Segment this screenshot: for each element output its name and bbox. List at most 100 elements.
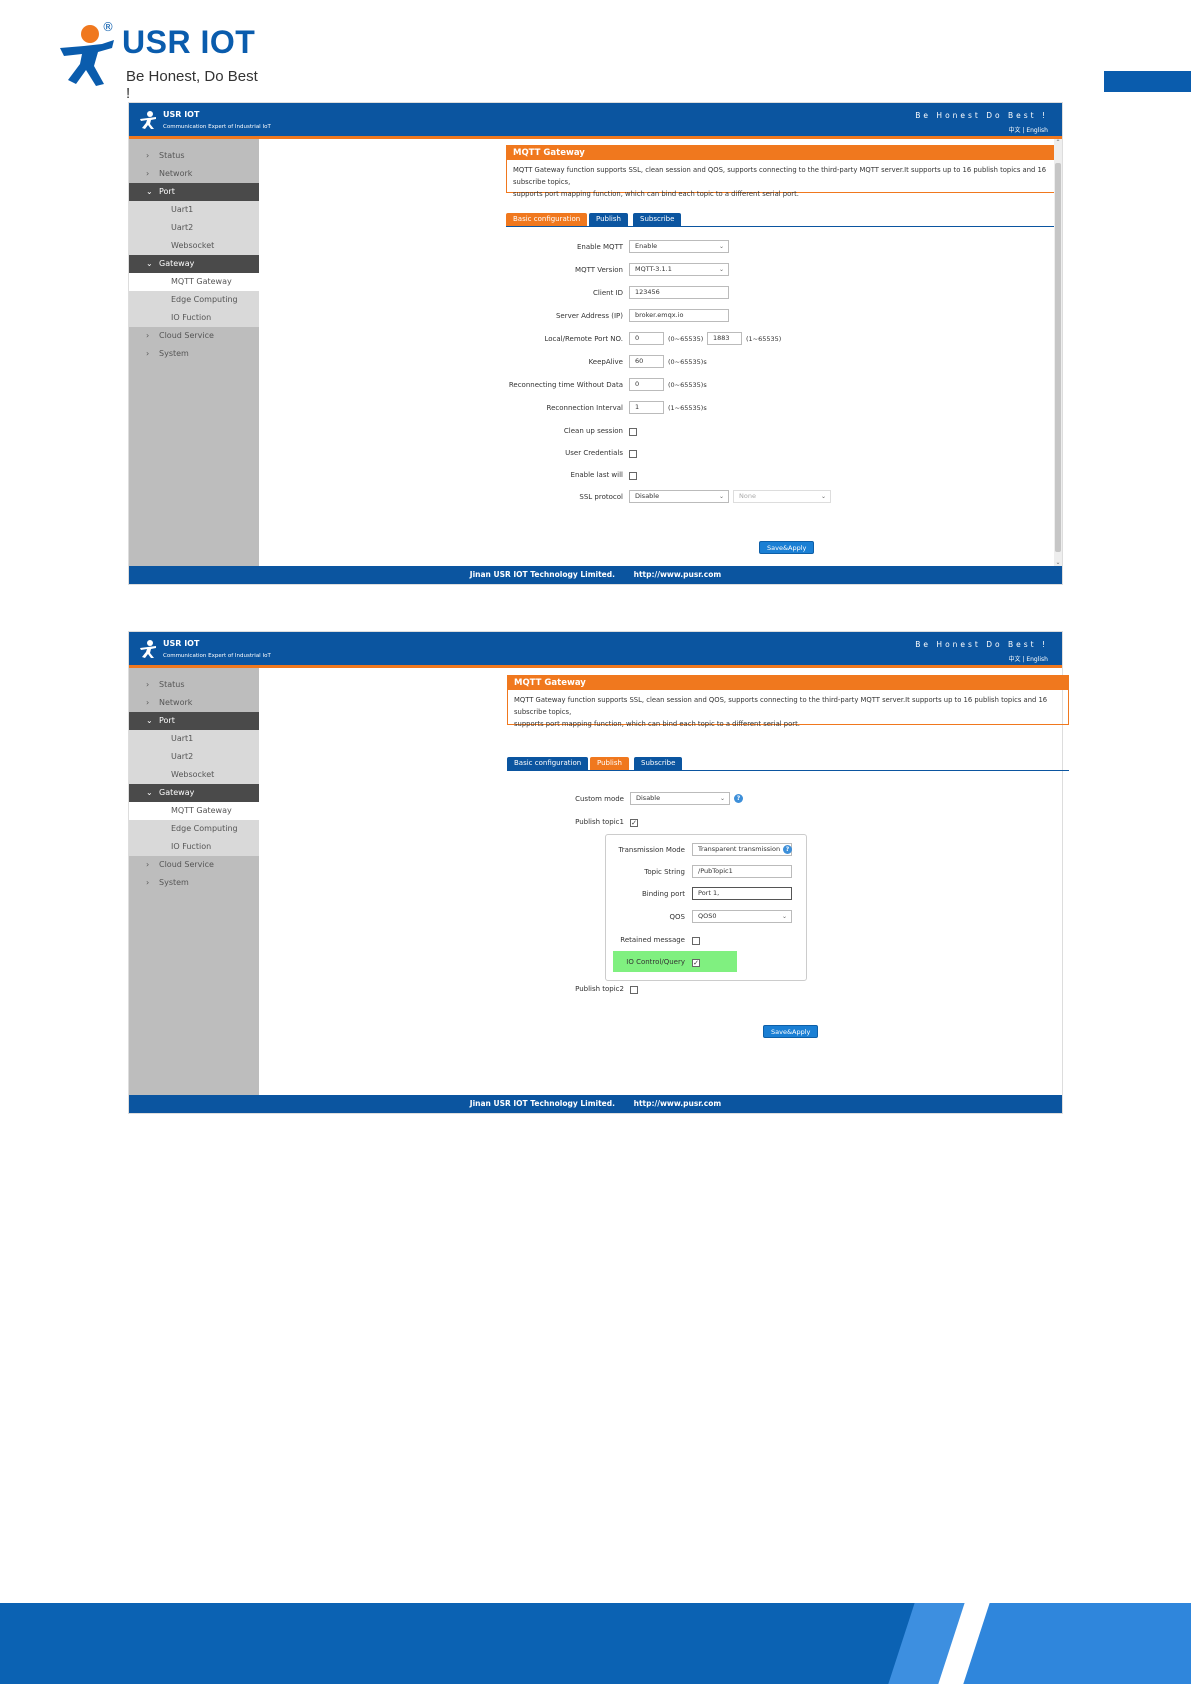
publish-topic1-label: Publish topic1 [575,818,624,826]
mqtt-version-select[interactable]: MQTT-3.1.1 ⌄ [629,263,729,276]
chevron-right-icon: › [146,349,150,358]
help-icon[interactable]: ? [734,794,743,803]
transmission-mode-select[interactable]: Transparent transmission⌄ [692,843,792,856]
sidebar-item-network[interactable]: › Network [129,165,259,183]
tab-subscribe[interactable]: Subscribe [633,213,682,226]
scroll-down-icon[interactable]: ⌄ [1054,559,1062,566]
scroll-up-icon[interactable]: ⌃ [1054,139,1062,146]
sidebar-item-system[interactable]: › System [129,345,259,363]
panel-description: MQTT Gateway function supports SSL, clea… [513,166,1047,198]
sidebar-item-cloud-service[interactable]: › Cloud Service [129,327,259,345]
local-port-hint: (0~65535) [668,335,704,343]
reconnect-interval-label: Reconnection Interval [546,404,623,412]
footer-url[interactable]: http://www.pusr.com [634,1099,722,1108]
user-credentials-checkbox[interactable] [629,450,637,458]
sidebar-item-network[interactable]: › Network [129,694,259,712]
client-id-label: Client ID [593,289,623,297]
binding-port-input[interactable]: Port 1, [692,887,792,900]
topic-string-input[interactable]: /PubTopic1 [692,865,792,878]
info-panel: MQTT Gateway MQTT Gateway function suppo… [507,675,1069,728]
chevron-right-icon: › [146,878,150,887]
last-will-label: Enable last will [570,471,623,479]
sidebar-item-status[interactable]: › Status [129,676,259,694]
registered-mark: ® [102,20,114,34]
reconnect-nodata-input[interactable]: 0 [629,378,664,391]
sidebar-item-edge-computing[interactable]: Edge Computing [129,820,259,838]
retained-message-checkbox[interactable] [692,937,700,945]
ssl-protocol-label: SSL protocol [579,493,623,501]
language-switch[interactable]: 中文 | English [1008,125,1048,134]
scrollbar[interactable]: ⌃ ⌄ [1054,139,1062,566]
save-apply-button[interactable]: Save&Apply [763,1025,819,1038]
clean-session-checkbox[interactable] [629,428,637,436]
scrollbar-thumb[interactable] [1055,163,1061,552]
chevron-down-icon: ⌄ [781,913,787,920]
io-control-label: IO Control/Query [626,958,685,966]
server-address-input[interactable]: broker.emqx.io [629,309,729,322]
reconnect-nodata-label: Reconnecting time Without Data [508,381,623,389]
chevron-down-icon: ⌄ [820,493,826,500]
sidebar-item-websocket[interactable]: Websocket [129,237,259,255]
tab-publish[interactable]: Publish [589,213,628,226]
keepalive-label: KeepAlive [588,358,623,366]
sidebar-item-port[interactable]: ⌄ Port [129,183,259,201]
tab-bar: Basic configuration Publish Subscribe [506,213,1062,227]
binding-port-label: Binding port [641,890,685,898]
doc-slogan: Be Honest, Do Best ! [126,68,258,102]
client-id-input[interactable]: 123456 [629,286,729,299]
sidebar-item-uart2[interactable]: Uart2 [129,219,259,237]
sidebar-item-gateway[interactable]: ⌄ Gateway [129,255,259,273]
last-will-checkbox[interactable] [629,472,637,480]
chevron-right-icon: › [146,151,150,160]
io-control-checkbox[interactable]: ✓ [692,959,700,967]
reconnect-interval-input[interactable]: 1 [629,401,664,414]
chevron-right-icon: › [146,680,150,689]
help-icon[interactable]: ? [783,845,792,854]
sidebar-item-websocket[interactable]: Websocket [129,766,259,784]
sidebar-item-cloud-service[interactable]: › Cloud Service [129,856,259,874]
sidebar-item-gateway[interactable]: ⌄ Gateway [129,784,259,802]
publish-topic1-checkbox[interactable]: ✓ [630,819,638,827]
tab-basic-config[interactable]: Basic configuration [507,757,589,770]
sidebar: › Status › Network ⌄ Port Uart1 Uart2 Webso… [129,668,259,1095]
tab-subscribe[interactable]: Subscribe [634,757,683,770]
ssl-cert-select[interactable]: None ⌄ [733,490,831,503]
keepalive-input[interactable]: 60 [629,355,664,368]
enable-mqtt-select[interactable]: Enable ⌄ [629,240,729,253]
app-footer: Jinan USR IOT Technology Limited. http:/… [129,566,1062,584]
clean-session-label: Clean up session [563,427,623,435]
chevron-down-icon: ⌄ [719,795,725,802]
sidebar-item-uart2[interactable]: Uart2 [129,748,259,766]
local-port-input[interactable]: 0 [629,332,664,345]
footer-url[interactable]: http://www.pusr.com [634,570,722,579]
port-label: Local/Remote Port NO. [544,335,623,343]
screenshot-publish: USR IOT Communication Expert of Industri… [128,631,1069,1114]
sidebar-item-mqtt-gateway[interactable]: MQTT Gateway [129,273,259,291]
tab-basic-config[interactable]: Basic configuration [506,213,588,226]
save-apply-button[interactable]: Save&Apply [759,541,815,554]
publish-topic2-checkbox[interactable] [630,986,638,994]
custom-mode-select[interactable]: Disable ⌄ [630,792,730,805]
sidebar-item-uart1[interactable]: Uart1 [129,730,259,748]
ssl-protocol-select[interactable]: Disable ⌄ [629,490,729,503]
sidebar-item-uart1[interactable]: Uart1 [129,201,259,219]
sidebar-item-status[interactable]: › Status [129,147,259,165]
chevron-right-icon: › [146,169,150,178]
sidebar-item-port[interactable]: ⌄ Port [129,712,259,730]
publish-topic2-label: Publish topic2 [575,985,624,993]
language-switch[interactable]: 中文 | English [1008,654,1048,663]
sidebar-item-io-fuction[interactable]: IO Fuction [129,838,259,856]
sidebar-item-io-fuction[interactable]: IO Fuction [129,309,259,327]
sidebar-item-mqtt-gateway[interactable]: MQTT Gateway [129,802,259,820]
usr-logo-icon [140,111,156,129]
chevron-down-icon: ⌄ [146,187,153,196]
qos-select[interactable]: QOS0 ⌄ [692,910,792,923]
chevron-down-icon: ⌄ [718,493,724,500]
tab-publish[interactable]: Publish [590,757,629,770]
remote-port-input[interactable]: 1883 [707,332,742,345]
corner-bar [1104,71,1191,92]
doc-brand: USR IOT [122,24,256,60]
chevron-right-icon: › [146,698,150,707]
sidebar-item-system[interactable]: › System [129,874,259,892]
sidebar-item-edge-computing[interactable]: Edge Computing [129,291,259,309]
